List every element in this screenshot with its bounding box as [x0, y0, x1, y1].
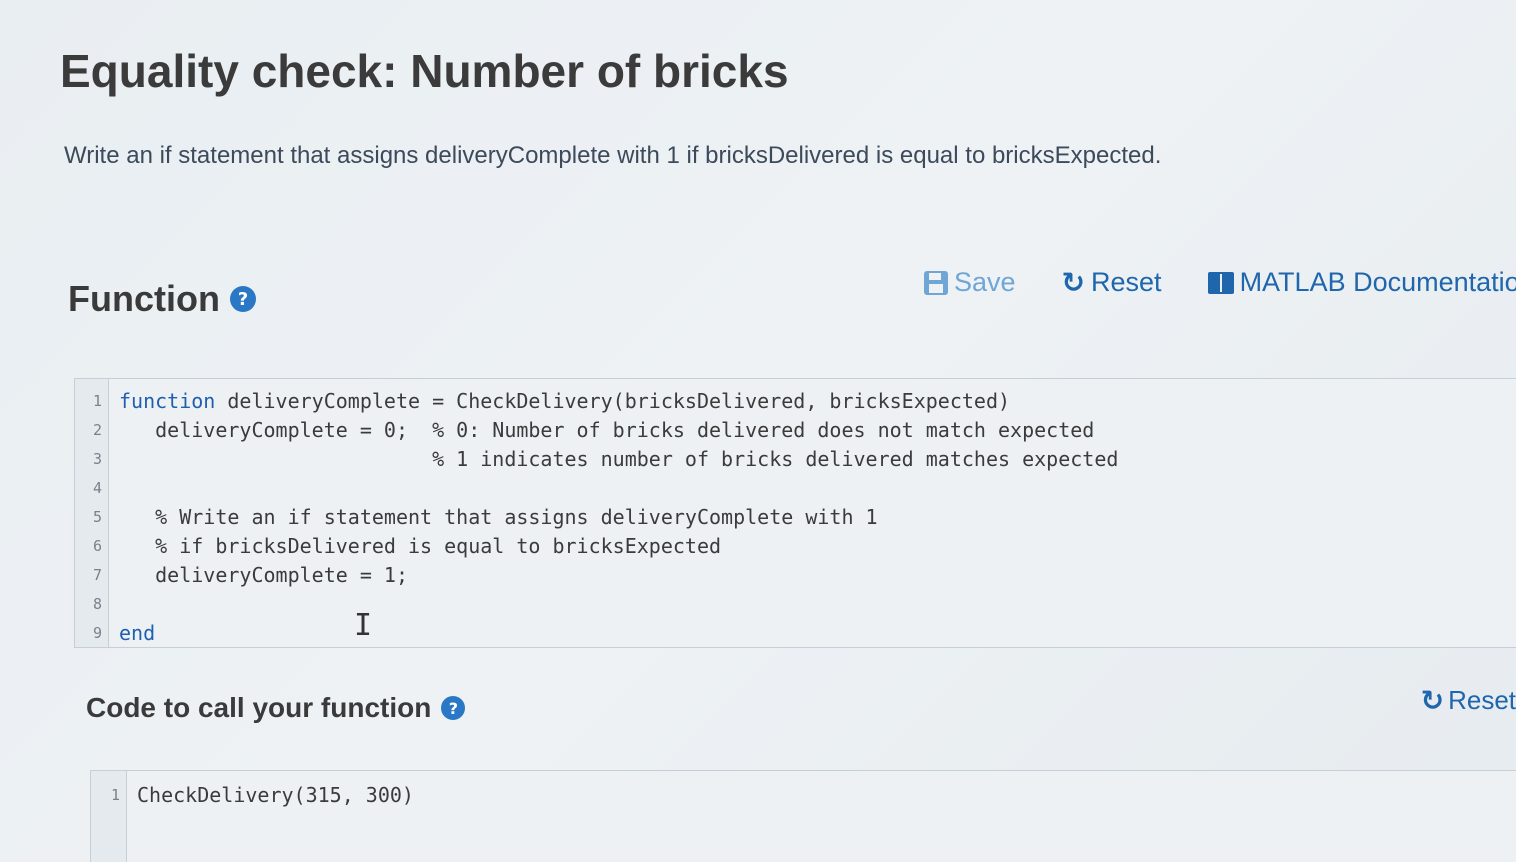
- help-icon[interactable]: ?: [441, 696, 466, 720]
- save-label: Save: [954, 267, 1016, 297]
- save-icon: [924, 270, 948, 295]
- line-number: 3: [92, 450, 102, 468]
- function-code-editor[interactable]: 1 2 3 4 5 6 7 8 9 function deliveryCompl…: [74, 378, 1516, 648]
- line-number: 9: [92, 624, 102, 642]
- code-text: % Write an if statement that assigns del…: [119, 505, 878, 529]
- line-number: 8: [92, 595, 102, 613]
- line-number: 5: [92, 508, 102, 526]
- call-code-heading: Code to call your function ?: [86, 692, 466, 724]
- line-number: 2: [92, 421, 102, 439]
- code-line[interactable]: deliveryComplete = 0; % 0: Number of bri…: [119, 416, 1516, 445]
- problem-description: Write an if statement that assigns deliv…: [64, 142, 1162, 169]
- reset-icon: ↻: [1420, 684, 1445, 717]
- code-text: % 1 indicates number of bricks delivered…: [119, 447, 1119, 471]
- line-number: 6: [92, 537, 102, 555]
- save-button[interactable]: Save: [924, 267, 1016, 298]
- page-title: Equality check: Number of bricks: [60, 45, 789, 97]
- code-area[interactable]: CheckDelivery(315, 300): [127, 771, 1516, 862]
- call-reset-button[interactable]: ↻ Reset: [1421, 684, 1516, 717]
- code-text: % if bricksDelivered is equal to bricksE…: [119, 534, 722, 558]
- code-line[interactable]: function deliveryComplete = CheckDeliver…: [119, 387, 1516, 416]
- help-icon[interactable]: ?: [229, 286, 256, 312]
- code-text: deliveryComplete = 0; % 0: Number of bri…: [119, 418, 1095, 442]
- reset-button[interactable]: ↻ Reset: [1062, 266, 1162, 299]
- code-line[interactable]: % 1 indicates number of bricks delivered…: [119, 445, 1516, 474]
- line-number: 1: [92, 392, 102, 410]
- code-keyword: function: [119, 389, 216, 413]
- code-text: deliveryComplete = 1;: [119, 563, 408, 587]
- code-line[interactable]: % Write an if statement that assigns del…: [119, 503, 1516, 532]
- book-icon: [1207, 271, 1234, 294]
- function-toolbar: Save ↻ Reset MATLAB Documentation: [924, 266, 1516, 299]
- reset-label: Reset: [1091, 267, 1162, 297]
- code-line[interactable]: [119, 590, 1516, 619]
- code-area[interactable]: function deliveryComplete = CheckDeliver…: [109, 379, 1516, 647]
- code-text: deliveryComplete = CheckDelivery(bricksD…: [215, 389, 1011, 413]
- line-number: 7: [92, 566, 102, 584]
- line-number-gutter: 1: [91, 771, 127, 862]
- reset-icon: ↻: [1061, 266, 1086, 299]
- line-number: 1: [110, 786, 120, 804]
- text-cursor-icon: I: [354, 608, 373, 643]
- call-reset-label: Reset: [1448, 685, 1516, 715]
- matlab-documentation-link[interactable]: MATLAB Documentation: [1207, 267, 1516, 298]
- code-line[interactable]: % if bricksDelivered is equal to bricksE…: [119, 532, 1516, 561]
- docs-label: MATLAB Documentation: [1239, 267, 1516, 297]
- code-line[interactable]: CheckDelivery(315, 300): [137, 781, 1516, 810]
- code-keyword: end: [119, 621, 156, 645]
- function-heading: Function ?: [68, 278, 256, 320]
- code-line[interactable]: deliveryComplete = 1;: [119, 561, 1516, 590]
- call-code-heading-label: Code to call your function: [86, 692, 432, 723]
- page: Equality check: Number of bricks Write a…: [0, 0, 1516, 862]
- call-code-editor[interactable]: 1 CheckDelivery(315, 300): [90, 770, 1516, 862]
- function-heading-label: Function: [68, 278, 220, 319]
- code-line[interactable]: end: [119, 619, 1516, 648]
- line-number: 4: [92, 479, 102, 497]
- line-number-gutter: 1 2 3 4 5 6 7 8 9: [75, 379, 109, 647]
- code-line[interactable]: [119, 474, 1516, 503]
